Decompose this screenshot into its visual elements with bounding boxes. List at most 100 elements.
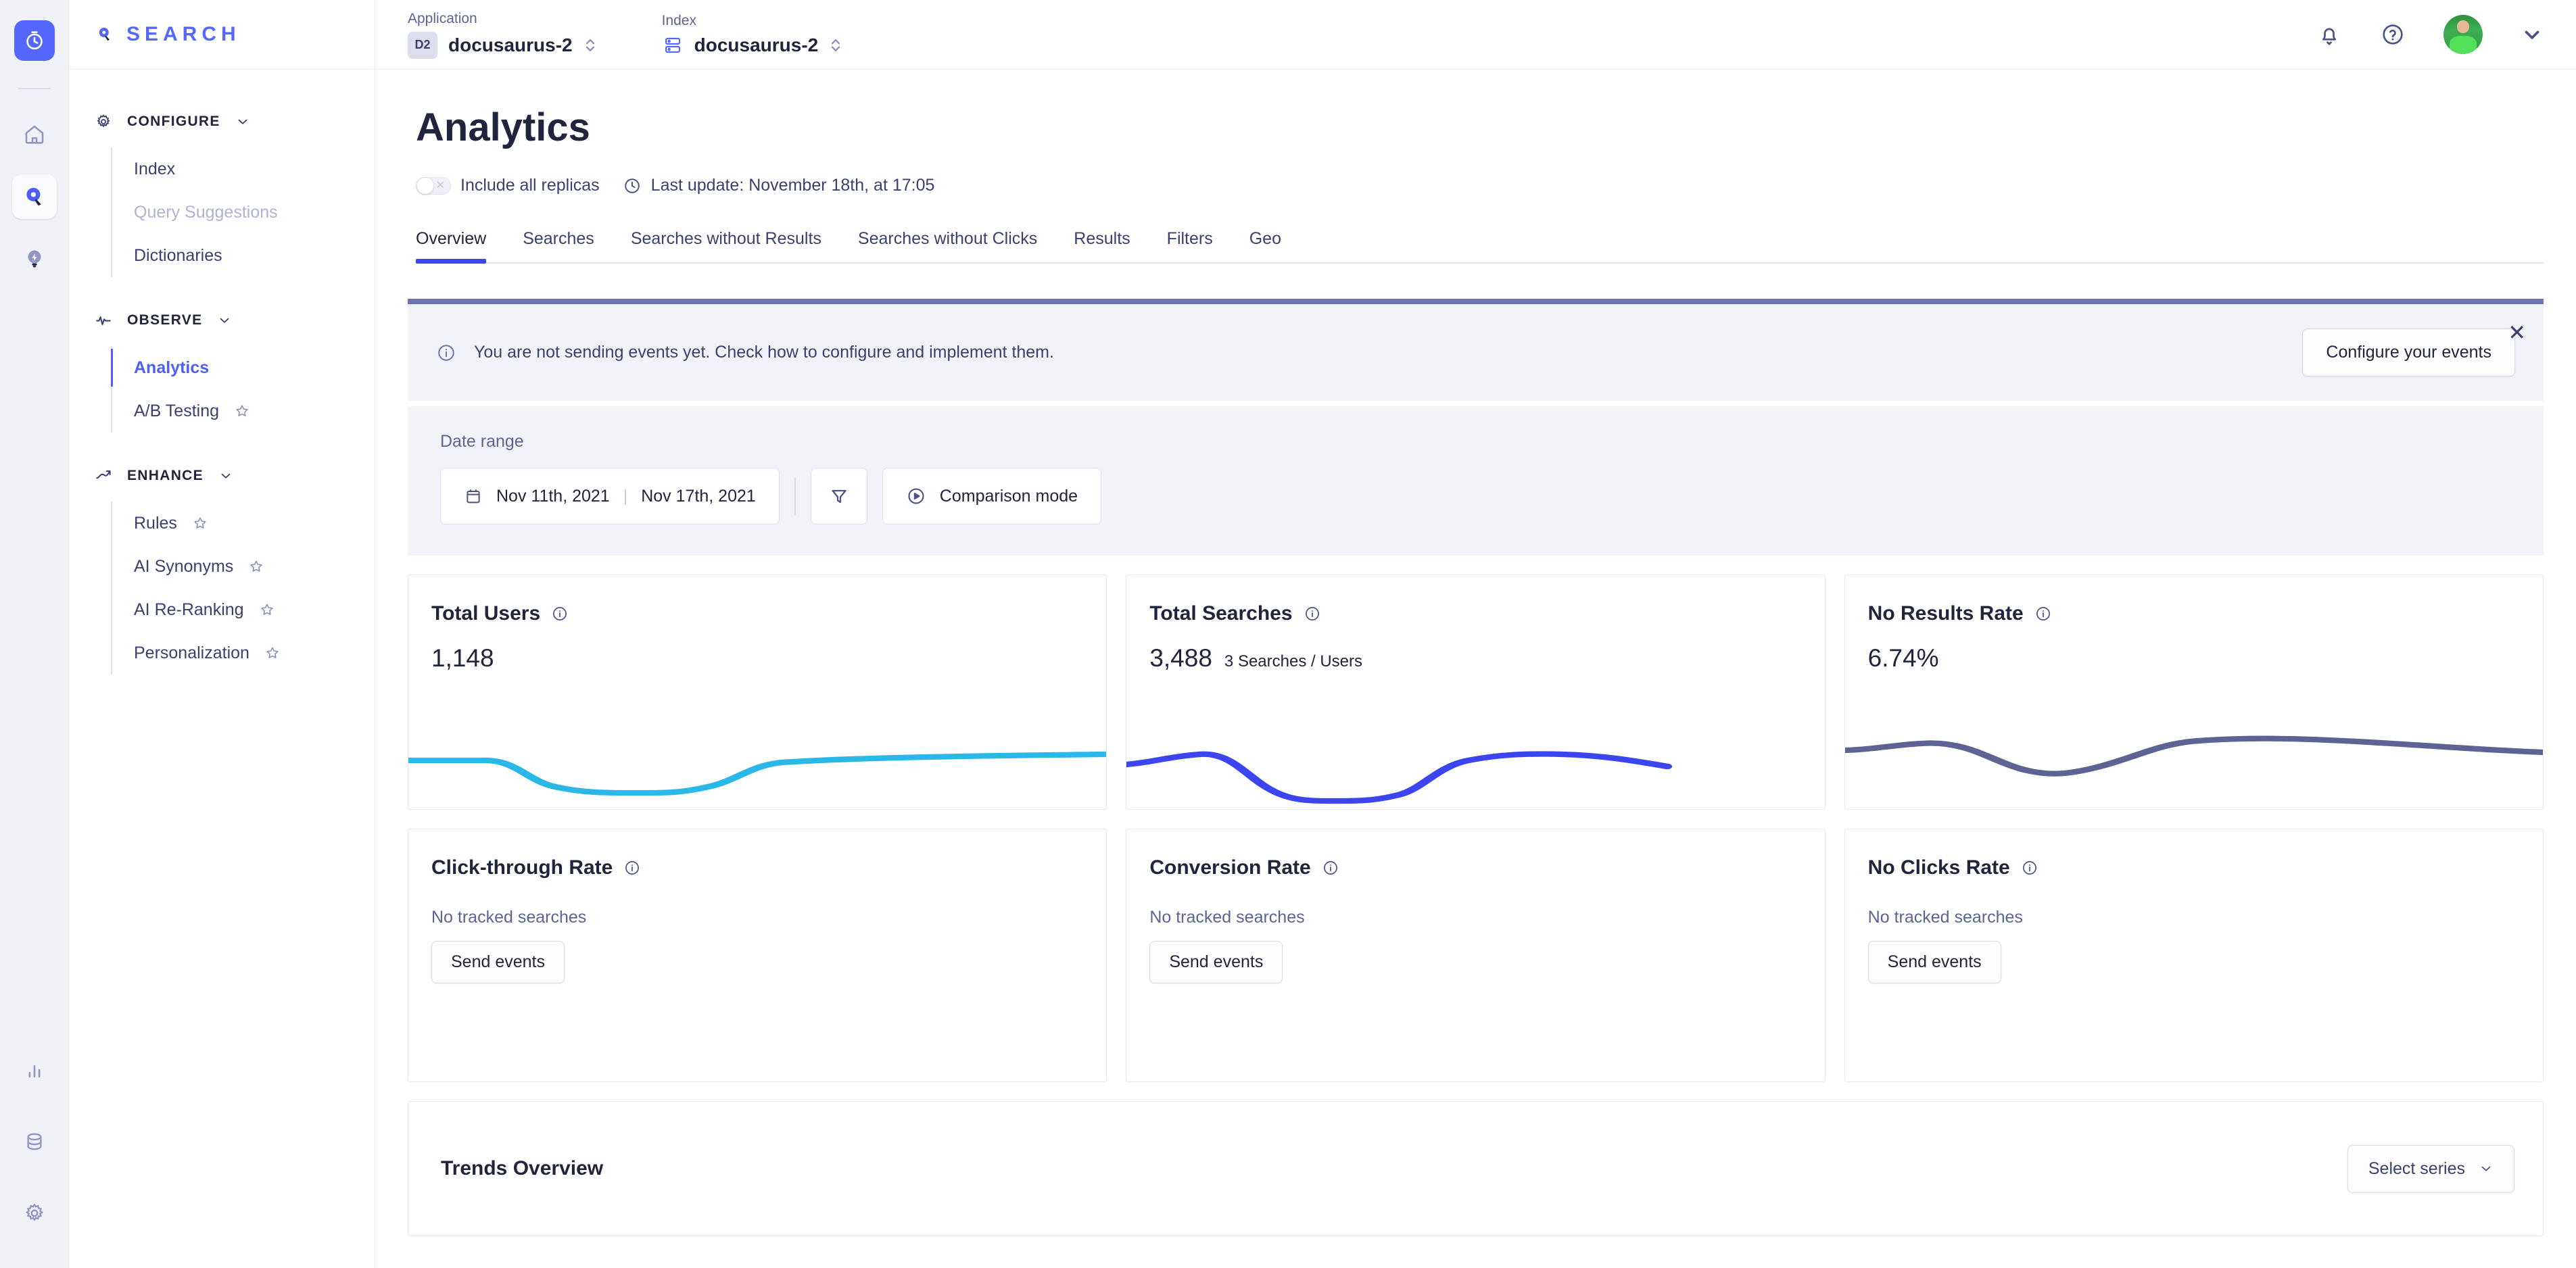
star-icon[interactable] <box>259 602 275 618</box>
avatar[interactable] <box>2443 15 2483 54</box>
select-series-label: Select series <box>2368 1159 2465 1179</box>
tab-searches-without-results[interactable]: Searches without Results <box>631 229 821 262</box>
sidebar-item-ai-re-ranking[interactable]: AI Re-Ranking <box>112 588 375 631</box>
card-value: 6.74% <box>1868 644 1939 673</box>
include-replicas-label: Include all replicas <box>460 176 600 195</box>
select-series-dropdown[interactable]: Select series <box>2347 1145 2514 1193</box>
sidebar-item-ab-testing[interactable]: A/B Testing <box>112 389 375 433</box>
sidebar-item-label: Query Suggestions <box>134 203 278 222</box>
tab-results[interactable]: Results <box>1074 229 1130 262</box>
bell-icon[interactable] <box>2316 22 2342 47</box>
toggle-knob <box>417 178 433 194</box>
calendar-icon <box>464 487 483 506</box>
last-update: Last update: November 18th, at 17:05 <box>623 176 935 195</box>
include-replicas-toggle[interactable]: ✕ <box>416 177 451 195</box>
tab-overview[interactable]: Overview <box>416 229 486 262</box>
send-events-button[interactable]: Send events <box>1868 941 2001 983</box>
star-icon[interactable] <box>248 558 264 575</box>
comparison-mode-label: Comparison mode <box>940 487 1078 506</box>
card-title: Conversion Rate <box>1149 856 1310 879</box>
lightbulb-bolt-icon <box>22 247 47 271</box>
sidebar-item-label: AI Re-Ranking <box>134 600 244 620</box>
rail-item-recommend[interactable] <box>12 237 57 281</box>
topbar: Application D2 docusaurus-2 Index <box>375 0 2576 70</box>
star-icon[interactable] <box>192 515 208 531</box>
sidebar-item-dictionaries[interactable]: Dictionaries <box>112 234 375 277</box>
metric-cards-row-2: Click-through Rate No tracked searches S… <box>408 829 2544 1082</box>
analytics-tabs: Overview Searches Searches without Resul… <box>416 229 2544 264</box>
question-circle-icon[interactable] <box>2380 22 2406 47</box>
card-header: No Results Rate <box>1845 575 2543 625</box>
nav-group-header-enhance[interactable]: ENHANCE <box>69 461 375 491</box>
card-value-row: 3,488 3 Searches / Users <box>1126 625 1824 673</box>
sidebar-item-label: Index <box>134 160 175 179</box>
database-icon <box>23 1130 46 1153</box>
sidebar-item-label: Personalization <box>134 643 249 663</box>
rail-item-data-sources[interactable] <box>12 1119 57 1164</box>
info-circle-icon[interactable] <box>1304 605 1321 623</box>
sidebar-item-label: A/B Testing <box>134 401 219 421</box>
rail-item-analytics[interactable] <box>12 1048 57 1092</box>
updown-chevron-icon[interactable] <box>583 34 597 57</box>
sidebar-item-index[interactable]: Index <box>112 147 375 191</box>
info-circle-icon[interactable] <box>623 859 641 877</box>
chevron-down-icon <box>217 313 232 328</box>
card-empty-text: No tracked searches <box>1845 879 2543 927</box>
tab-searches-without-clicks[interactable]: Searches without Clicks <box>858 229 1037 262</box>
card-value: 3,488 <box>1149 644 1212 673</box>
algolia-logo-icon[interactable] <box>14 20 55 61</box>
close-icon[interactable]: ✕ <box>2508 322 2526 343</box>
info-circle-icon[interactable] <box>2034 605 2052 623</box>
tab-filters[interactable]: Filters <box>1167 229 1213 262</box>
card-value-row: 1,148 <box>408 625 1106 673</box>
chevron-down-icon[interactable] <box>2521 23 2544 46</box>
close-icon: ✕ <box>436 180 445 191</box>
info-circle-icon[interactable] <box>551 605 569 623</box>
send-events-button[interactable]: Send events <box>431 941 565 983</box>
sidebar-item-query-suggestions[interactable]: Query Suggestions <box>112 191 375 234</box>
star-icon[interactable] <box>264 645 281 661</box>
index-selector[interactable]: Index docusaurus-2 <box>662 13 843 57</box>
rail-item-settings[interactable] <box>12 1191 57 1236</box>
application-selector[interactable]: Application D2 docusaurus-2 <box>408 11 597 59</box>
clock-icon <box>623 176 642 195</box>
last-update-text: Last update: November 18th, at 17:05 <box>651 176 935 195</box>
brand-title: SEARCH <box>126 23 241 46</box>
star-icon[interactable] <box>234 403 250 419</box>
metric-cards-row-1: Total Users 1,148 <box>408 575 2544 810</box>
rail-item-search[interactable] <box>12 174 57 219</box>
sidebar-item-label: Rules <box>134 514 177 533</box>
trending-up-icon <box>95 467 112 485</box>
nav-items-observe: Analytics A/B Testing <box>111 346 375 433</box>
date-range-end: Nov 17th, 2021 <box>641 487 756 506</box>
nav-group-header-observe[interactable]: OBSERVE <box>69 306 375 335</box>
sidebar-item-ai-synonyms[interactable]: AI Synonyms <box>112 545 375 588</box>
filter-icon <box>829 486 849 506</box>
sidebar-item-label: Analytics <box>134 358 209 378</box>
sidebar-item-personalization[interactable]: Personalization <box>112 631 375 675</box>
rail-item-home[interactable] <box>12 112 57 157</box>
metric-card-conversion-rate: Conversion Rate No tracked searches Send… <box>1126 829 1825 1082</box>
chevron-down-icon <box>2479 1161 2494 1176</box>
sidebar-item-rules[interactable]: Rules <box>112 502 375 545</box>
tab-searches[interactable]: Searches <box>523 229 594 262</box>
date-range-picker[interactable]: Nov 11th, 2021 | Nov 17th, 2021 <box>440 468 780 525</box>
updown-chevron-icon[interactable] <box>829 34 842 57</box>
info-circle-icon[interactable] <box>2021 859 2038 877</box>
nav-group-label: ENHANCE <box>127 468 204 484</box>
nav-group-header-configure[interactable]: CONFIGURE <box>69 107 375 137</box>
send-events-button[interactable]: Send events <box>1149 941 1283 983</box>
info-circle-icon[interactable] <box>1322 859 1339 877</box>
sidebar-item-analytics[interactable]: Analytics <box>112 346 375 389</box>
filter-button[interactable] <box>811 468 867 525</box>
tab-geo[interactable]: Geo <box>1249 229 1281 262</box>
search-pin-icon <box>22 184 47 210</box>
date-range-divider: | <box>623 487 628 506</box>
nav-group-configure: CONFIGURE Index Query Suggestions Dictio… <box>69 107 375 277</box>
card-header: Total Users <box>408 575 1106 625</box>
comparison-mode-button[interactable]: Comparison mode <box>882 468 1101 525</box>
include-replicas-control[interactable]: ✕ Include all replicas <box>416 176 600 195</box>
gear-icon <box>23 1202 46 1225</box>
date-range-controls: Nov 11th, 2021 | Nov 17th, 2021 <box>440 468 2511 525</box>
configure-events-button[interactable]: Configure your events <box>2302 328 2515 376</box>
